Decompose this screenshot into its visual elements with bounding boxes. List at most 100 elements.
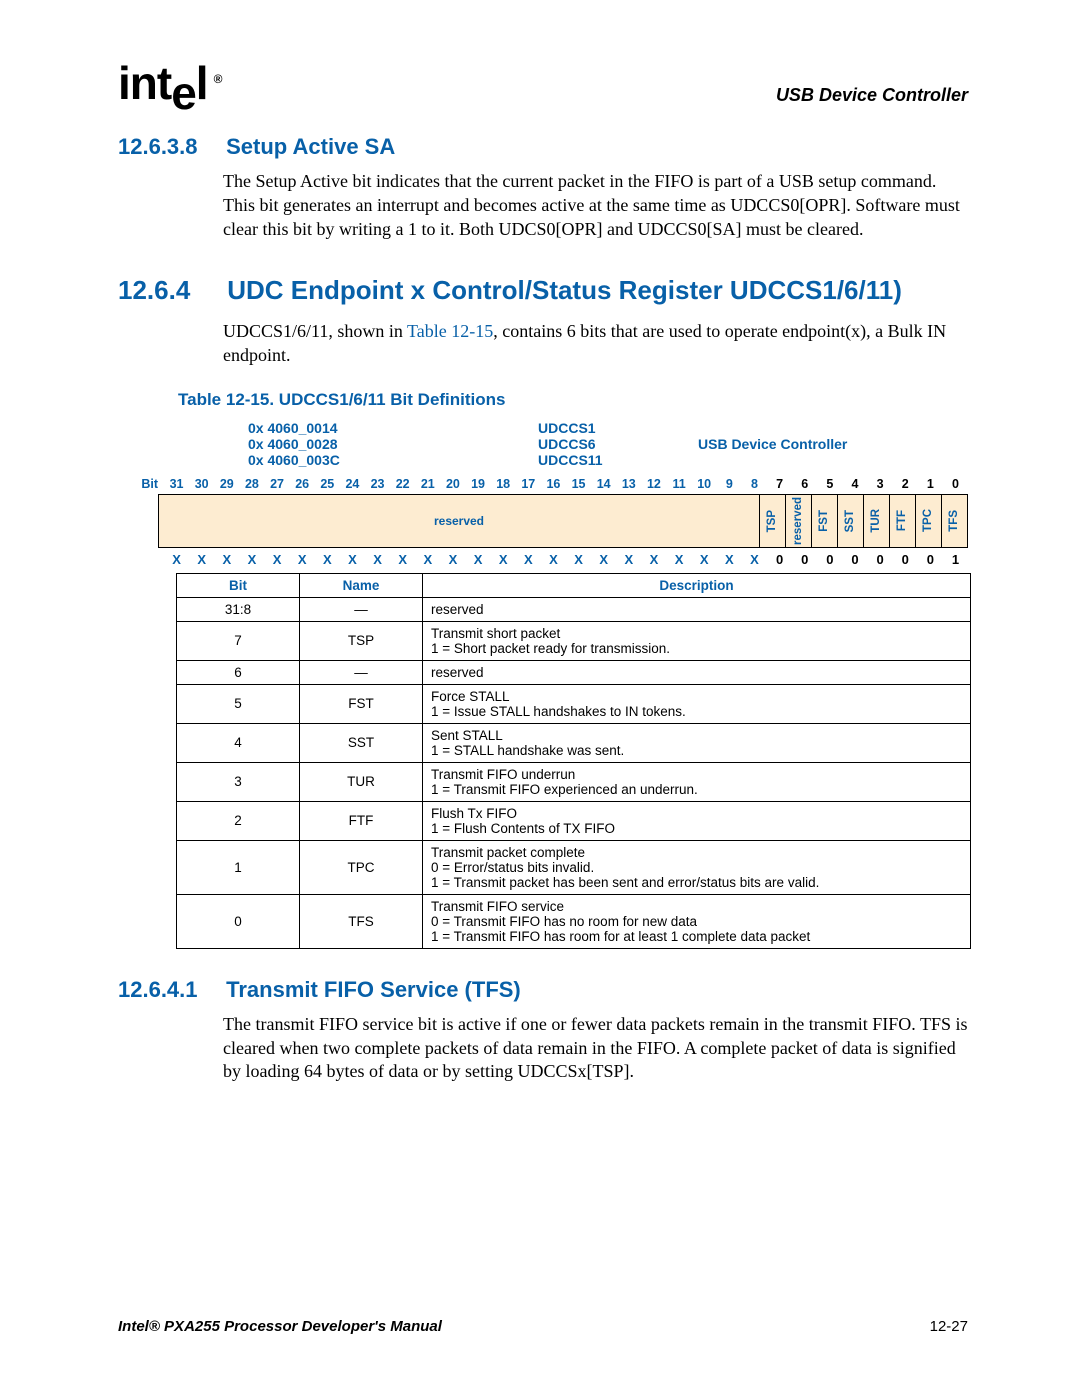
cell-bit: 5 xyxy=(177,684,300,723)
bit-num: 24 xyxy=(340,474,365,494)
cell-desc: Flush Tx FIFO 1 = Flush Contents of TX F… xyxy=(423,801,971,840)
bitfield: reserved xyxy=(785,494,811,548)
th-desc: Description xyxy=(423,573,971,597)
cell-desc: reserved xyxy=(423,660,971,684)
cell-bit: 4 xyxy=(177,723,300,762)
reset-val: X xyxy=(541,552,566,567)
bit-num: 16 xyxy=(541,474,566,494)
table-row: 4SSTSent STALL 1 = STALL handshake was s… xyxy=(177,723,971,762)
bit-num: 7 xyxy=(767,474,792,494)
reset-val: X xyxy=(315,552,340,567)
addr: 0x 4060_003C xyxy=(248,452,538,468)
bit-num: 3 xyxy=(868,474,893,494)
section-title: UDC Endpoint x Control/Status Register U… xyxy=(227,275,902,305)
cell-bit: 6 xyxy=(177,660,300,684)
bit-num: 10 xyxy=(692,474,717,494)
bitfield: FTF xyxy=(889,494,915,548)
table-row: 1TPCTransmit packet complete 0 = Error/s… xyxy=(177,840,971,894)
cell-bit: 2 xyxy=(177,801,300,840)
bit-num: 8 xyxy=(742,474,767,494)
bitfield: TSP xyxy=(759,494,785,548)
intel-logo: intel® xyxy=(118,60,221,106)
cell-name: FST xyxy=(300,684,423,723)
th-bit: Bit xyxy=(177,573,300,597)
bit-num: 23 xyxy=(365,474,390,494)
module-name: USB Device Controller xyxy=(698,436,847,452)
cell-desc: Transmit packet complete 0 = Error/statu… xyxy=(423,840,971,894)
table-row: 7TSPTransmit short packet 1 = Short pack… xyxy=(177,621,971,660)
reset-val: X xyxy=(667,552,692,567)
reset-val: X xyxy=(440,552,465,567)
cell-name: SST xyxy=(300,723,423,762)
table-link[interactable]: Table 12-15 xyxy=(407,321,493,341)
table-row: 3TURTransmit FIFO underrun 1 = Transmit … xyxy=(177,762,971,801)
section-title: Transmit FIFO Service (TFS) xyxy=(226,977,521,1002)
cell-desc: Transmit short packet 1 = Short packet r… xyxy=(423,621,971,660)
reset-val: X xyxy=(189,552,214,567)
cell-desc: reserved xyxy=(423,597,971,621)
bit-num: 25 xyxy=(315,474,340,494)
reset-val: X xyxy=(717,552,742,567)
bit-num: 30 xyxy=(189,474,214,494)
bit-num: 17 xyxy=(516,474,541,494)
reset-val: X xyxy=(239,552,264,567)
bitfield: TUR xyxy=(863,494,889,548)
reset-val: X xyxy=(491,552,516,567)
bit-num: 26 xyxy=(290,474,315,494)
footer-right: 12-27 xyxy=(930,1318,968,1335)
cell-desc: Sent STALL 1 = STALL handshake was sent. xyxy=(423,723,971,762)
table-row: 5FSTForce STALL 1 = Issue STALL handshak… xyxy=(177,684,971,723)
cell-bit: 0 xyxy=(177,894,300,948)
reset-val: X xyxy=(290,552,315,567)
reset-val: X xyxy=(742,552,767,567)
table-row: 31:8—reserved xyxy=(177,597,971,621)
bit-num: 22 xyxy=(390,474,415,494)
table-row: 0TFSTransmit FIFO service 0 = Transmit F… xyxy=(177,894,971,948)
table-row: 6—reserved xyxy=(177,660,971,684)
bitfield: TFS xyxy=(941,494,968,548)
bit-num: 6 xyxy=(792,474,817,494)
cell-bit: 3 xyxy=(177,762,300,801)
reset-val: X xyxy=(265,552,290,567)
reset-val: X xyxy=(415,552,440,567)
table-caption: Table 12-15. UDCCS1/6/11 Bit Definitions xyxy=(178,390,968,410)
cell-name: FTF xyxy=(300,801,423,840)
header-section: USB Device Controller xyxy=(776,85,968,106)
reset-val: 0 xyxy=(893,552,918,567)
reset-val: X xyxy=(365,552,390,567)
section-num: 12.6.3.8 xyxy=(118,134,220,160)
bit-num: 21 xyxy=(415,474,440,494)
bit-num: 0 xyxy=(943,474,968,494)
cell-desc: Transmit FIFO service 0 = Transmit FIFO … xyxy=(423,894,971,948)
footer-left: Intel® PXA255 Processor Developer's Manu… xyxy=(118,1318,442,1335)
reset-val: X xyxy=(164,552,189,567)
bitfield-reserved: reserved xyxy=(158,494,759,548)
bitfield: SST xyxy=(837,494,863,548)
bit-num: 28 xyxy=(239,474,264,494)
cell-name: TSP xyxy=(300,621,423,660)
para-12-6-4: UDCCS1/6/11, shown in Table 12-15, conta… xyxy=(223,320,968,368)
reset-val: X xyxy=(641,552,666,567)
cell-bit: 31:8 xyxy=(177,597,300,621)
cell-desc: Transmit FIFO underrun 1 = Transmit FIFO… xyxy=(423,762,971,801)
bit-num: 29 xyxy=(214,474,239,494)
th-name: Name xyxy=(300,573,423,597)
para-12-6-4-1: The transmit FIFO service bit is active … xyxy=(223,1013,968,1084)
section-num: 12.6.4 xyxy=(118,275,220,306)
bit-num: 9 xyxy=(717,474,742,494)
cell-desc: Force STALL 1 = Issue STALL handshakes t… xyxy=(423,684,971,723)
reset-val: 1 xyxy=(943,552,968,567)
reset-val: 0 xyxy=(817,552,842,567)
bit-num: 2 xyxy=(893,474,918,494)
reset-val: X xyxy=(566,552,591,567)
regname: UDCCS11 xyxy=(538,452,698,468)
reset-val: X xyxy=(516,552,541,567)
bit-num: 12 xyxy=(641,474,666,494)
cell-name: TPC xyxy=(300,840,423,894)
reset-val: X xyxy=(214,552,239,567)
cell-name: TUR xyxy=(300,762,423,801)
reset-val: X xyxy=(692,552,717,567)
bit-num: 31 xyxy=(164,474,189,494)
bit-num: 20 xyxy=(440,474,465,494)
reset-val: 0 xyxy=(842,552,867,567)
